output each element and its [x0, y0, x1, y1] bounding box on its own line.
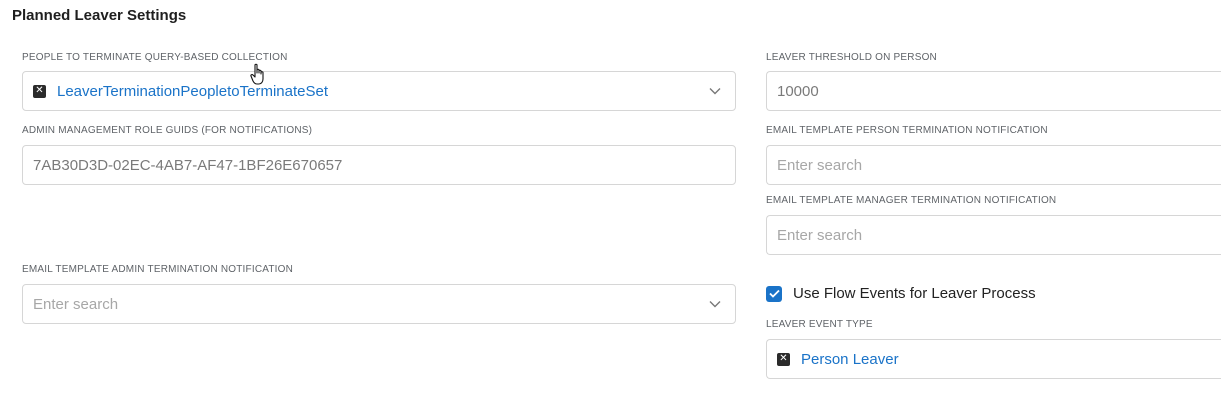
admin-role-guids-input[interactable]: 7AB30D3D-02EC-4AB7-AF47-1BF26E670657 — [22, 145, 736, 185]
use-flow-events-label[interactable]: Use Flow Events for Leaver Process — [793, 285, 1036, 302]
leaver-event-type-select[interactable]: ✕ Person Leaver — [766, 339, 1221, 379]
leaver-event-type-label: LEAVER EVENT TYPE — [766, 319, 873, 330]
email-person-termination-search[interactable]: Enter search — [766, 145, 1221, 185]
email-manager-termination-placeholder[interactable]: Enter search — [777, 227, 862, 244]
email-manager-termination-label: EMAIL TEMPLATE MANAGER TERMINATION NOTIF… — [766, 195, 1057, 206]
chevron-down-icon[interactable] — [709, 300, 721, 308]
email-person-termination-label: EMAIL TEMPLATE PERSON TERMINATION NOTIFI… — [766, 125, 1048, 136]
leaver-threshold-label: LEAVER THRESHOLD ON PERSON — [766, 52, 937, 63]
leaver-threshold-input[interactable]: 10000 — [766, 71, 1221, 111]
leaver-threshold-value[interactable]: 10000 — [777, 83, 819, 100]
checkmark-icon — [768, 289, 780, 298]
email-manager-termination-search[interactable]: Enter search — [766, 215, 1221, 255]
admin-role-guids-value[interactable]: 7AB30D3D-02EC-4AB7-AF47-1BF26E670657 — [33, 157, 342, 174]
email-person-termination-placeholder[interactable]: Enter search — [777, 157, 862, 174]
use-flow-events-checkbox[interactable] — [766, 285, 782, 302]
planned-leaver-settings-panel: Planned Leaver Settings PEOPLE TO TERMIN… — [0, 0, 1221, 395]
email-admin-termination-placeholder[interactable]: Enter search — [33, 296, 118, 313]
hand-cursor-icon — [250, 63, 264, 85]
email-admin-termination-label: EMAIL TEMPLATE ADMIN TERMINATION NOTIFIC… — [22, 264, 294, 275]
leaver-event-type-selected-value[interactable]: Person Leaver — [801, 351, 899, 368]
section-title: Planned Leaver Settings — [12, 7, 187, 24]
remove-selection-close-icon[interactable]: ✕ — [33, 84, 46, 98]
people-to-terminate-select[interactable]: ✕ LeaverTerminationPeopletoTerminateSet — [22, 71, 736, 111]
admin-role-guids-label: ADMIN MANAGEMENT ROLE GUIDS (FOR NOTIFIC… — [22, 125, 313, 136]
people-to-terminate-label: PEOPLE TO TERMINATE QUERY-BASED COLLECTI… — [22, 52, 288, 63]
use-flow-events-checkbox-row[interactable]: Use Flow Events for Leaver Process — [766, 285, 1036, 302]
remove-event-type-close-icon[interactable]: ✕ — [777, 352, 790, 366]
people-to-terminate-selected-value[interactable]: LeaverTerminationPeopletoTerminateSet — [57, 83, 328, 100]
chevron-down-icon[interactable] — [709, 87, 721, 95]
email-admin-termination-select[interactable]: Enter search — [22, 284, 736, 324]
